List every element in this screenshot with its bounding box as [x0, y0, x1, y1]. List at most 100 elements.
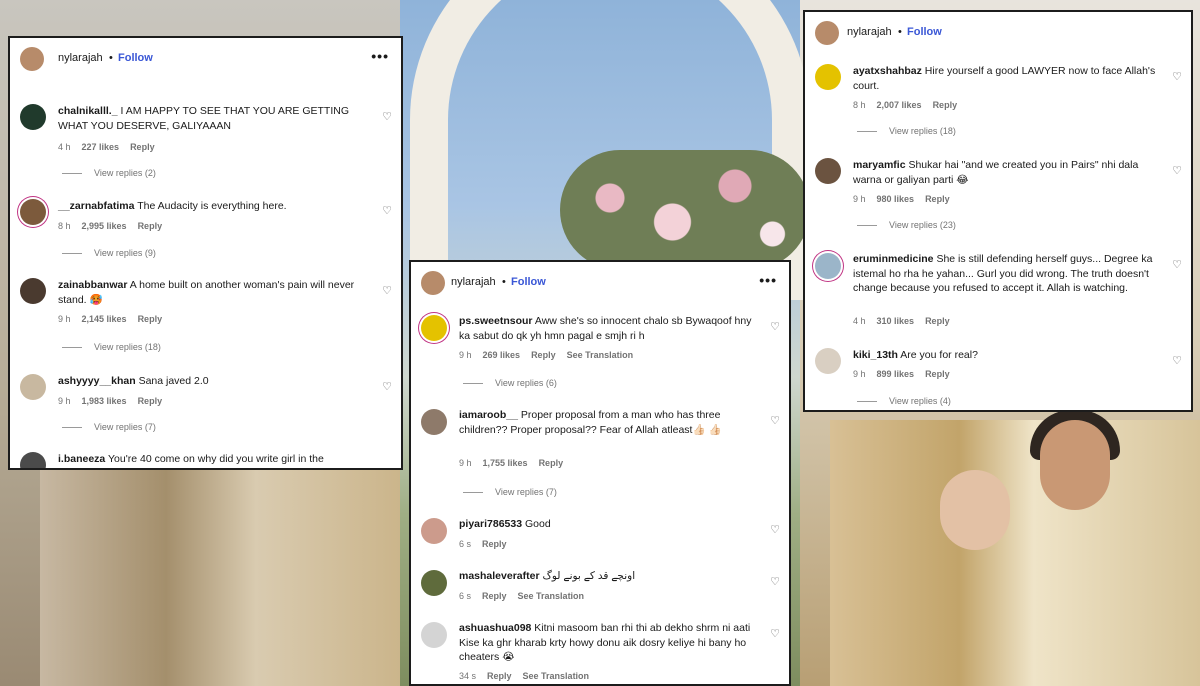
reply-button[interactable]: Reply	[925, 369, 950, 379]
follow-button[interactable]: Follow	[907, 26, 942, 38]
post-username[interactable]: nylarajah	[58, 52, 103, 64]
comment-username[interactable]: ps.sweetnsour	[459, 315, 533, 327]
avatar[interactable]	[20, 199, 46, 225]
comment-username[interactable]: ashuashua098	[459, 622, 531, 634]
heart-icon[interactable]: ♡	[1172, 70, 1182, 83]
heart-icon[interactable]: ♡	[382, 284, 392, 297]
avatar[interactable]	[20, 278, 46, 304]
comment-meta: 9 h 2,145 likes Reply	[58, 314, 163, 324]
heart-icon[interactable]: ♡	[770, 523, 780, 536]
avatar[interactable]	[815, 158, 841, 184]
view-replies-button[interactable]: View replies (2)	[62, 168, 156, 178]
heart-icon[interactable]: ♡	[770, 320, 780, 333]
reply-button[interactable]: Reply	[925, 316, 950, 326]
comment-meta: 8 h 2,995 likes Reply	[58, 221, 163, 231]
comment-text: ashuashua098 Kitni masoom ban rhi thi ab…	[459, 622, 751, 663]
avatar[interactable]	[815, 64, 841, 90]
comment-meta: 34 s Reply See Translation	[459, 671, 590, 681]
view-replies-button[interactable]: View replies (4)	[857, 396, 951, 406]
see-translation-button[interactable]: See Translation	[567, 350, 634, 360]
reply-button[interactable]: Reply	[933, 100, 958, 110]
avatar[interactable]	[421, 409, 447, 435]
likes-count[interactable]: 2,007 likes	[877, 100, 922, 110]
view-replies-button[interactable]: View replies (7)	[62, 422, 156, 432]
avatar[interactable]	[20, 47, 44, 71]
avatar[interactable]	[421, 315, 447, 341]
likes-count[interactable]: 980 likes	[877, 194, 915, 204]
reply-button[interactable]: Reply	[539, 458, 564, 468]
avatar[interactable]	[421, 570, 447, 596]
heart-icon[interactable]: ♡	[770, 414, 780, 427]
heart-icon[interactable]: ♡	[382, 204, 392, 217]
avatar[interactable]	[20, 452, 46, 468]
comment-text: eruminmedicine She is still defending he…	[853, 253, 1153, 294]
view-replies-button[interactable]: View replies (7)	[463, 487, 557, 497]
comment-username[interactable]: __zarnabfatima	[58, 200, 134, 212]
comment-text: mashaleverafter اونچے قد کے بونے لوگ	[459, 570, 636, 582]
avatar[interactable]	[421, 271, 445, 295]
comment-username[interactable]: chalnikalll._	[58, 105, 118, 117]
likes-count[interactable]: 1,983 likes	[82, 396, 127, 406]
reply-button[interactable]: Reply	[487, 671, 512, 681]
follow-button[interactable]: Follow	[511, 276, 546, 288]
heart-icon[interactable]: ♡	[770, 627, 780, 640]
comment-username[interactable]: iamaroob__	[459, 409, 518, 421]
comment-text: kiki_13th Are you for real?	[853, 349, 978, 361]
view-replies-button[interactable]: View replies (18)	[857, 126, 956, 136]
view-replies-button[interactable]: View replies (23)	[857, 220, 956, 230]
heart-icon[interactable]: ♡	[770, 575, 780, 588]
likes-count[interactable]: 2,995 likes	[82, 221, 127, 231]
likes-count[interactable]: 1,755 likes	[483, 458, 528, 468]
reply-button[interactable]: Reply	[925, 194, 950, 204]
avatar[interactable]	[815, 21, 839, 45]
follow-button[interactable]: Follow	[118, 52, 153, 64]
post-username[interactable]: nylarajah	[847, 26, 892, 38]
comment-username[interactable]: kiki_13th	[853, 349, 898, 361]
reply-button[interactable]: Reply	[531, 350, 556, 360]
heart-icon[interactable]: ♡	[382, 110, 392, 123]
reply-button[interactable]: Reply	[138, 396, 163, 406]
comment-username[interactable]: eruminmedicine	[853, 253, 934, 265]
reply-button[interactable]: Reply	[138, 221, 163, 231]
post-username[interactable]: nylarajah	[451, 276, 496, 288]
avatar[interactable]	[20, 374, 46, 400]
comment-meta: 9 h 1,755 likes Reply	[459, 458, 564, 468]
likes-count[interactable]: 269 likes	[483, 350, 521, 360]
comment-text: zainabbanwar A home built on another wom…	[58, 279, 355, 306]
reply-button[interactable]: Reply	[130, 142, 155, 152]
reply-button[interactable]: Reply	[482, 591, 507, 601]
likes-count[interactable]: 227 likes	[82, 142, 120, 152]
heart-icon[interactable]: ♡	[1172, 354, 1182, 367]
heart-icon[interactable]: ♡	[1172, 164, 1182, 177]
see-translation-button[interactable]: See Translation	[523, 671, 590, 681]
avatar[interactable]	[421, 518, 447, 544]
comment-meta: 9 h 1,983 likes Reply	[58, 396, 163, 406]
comment-username[interactable]: maryamfic	[853, 159, 906, 171]
comment-meta: 4 h 227 likes Reply	[58, 142, 155, 152]
post-header: nylarajah • Follow •••	[10, 38, 401, 80]
comment-text: chalnikalll._ I AM HAPPY TO SEE THAT YOU…	[58, 105, 349, 132]
view-replies-button[interactable]: View replies (9)	[62, 248, 156, 258]
avatar[interactable]	[815, 253, 841, 279]
comment-username[interactable]: ayatxshahbaz	[853, 65, 922, 77]
view-replies-button[interactable]: View replies (6)	[463, 378, 557, 388]
view-replies-button[interactable]: View replies (18)	[62, 342, 161, 352]
avatar[interactable]	[20, 104, 46, 130]
likes-count[interactable]: 2,145 likes	[82, 314, 127, 324]
see-translation-button[interactable]: See Translation	[518, 591, 585, 601]
comment-username[interactable]: i.baneeza	[58, 453, 105, 465]
comment-username[interactable]: piyari786533	[459, 518, 522, 530]
avatar[interactable]	[421, 622, 447, 648]
likes-count[interactable]: 310 likes	[877, 316, 915, 326]
comment-username[interactable]: mashaleverafter	[459, 570, 540, 582]
comment-username[interactable]: zainabbanwar	[58, 279, 127, 291]
more-options-icon[interactable]: •••	[759, 272, 777, 288]
reply-button[interactable]: Reply	[138, 314, 163, 324]
reply-button[interactable]: Reply	[482, 539, 507, 549]
comment-username[interactable]: ashyyyy__khan	[58, 375, 136, 387]
likes-count[interactable]: 899 likes	[877, 369, 915, 379]
heart-icon[interactable]: ♡	[1172, 258, 1182, 271]
avatar[interactable]	[815, 348, 841, 374]
more-options-icon[interactable]: •••	[371, 48, 389, 64]
heart-icon[interactable]: ♡	[382, 380, 392, 393]
